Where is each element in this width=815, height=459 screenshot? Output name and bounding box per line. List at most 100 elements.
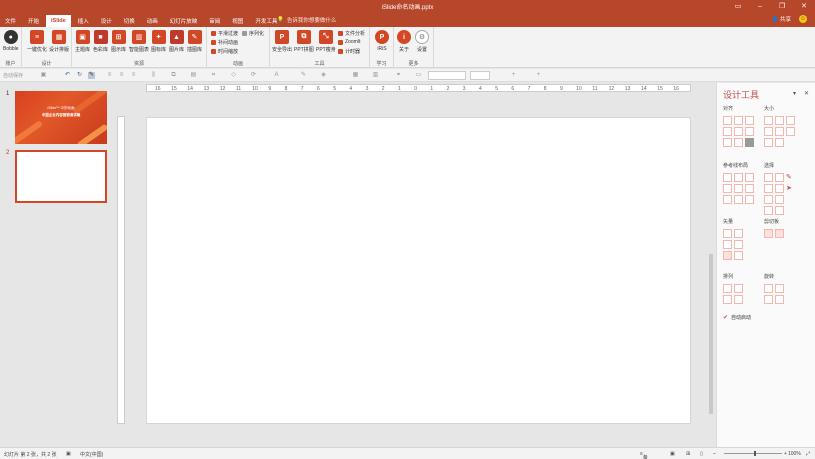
safe-export-button[interactable]: P 安全导出 [272,30,292,53]
font-name-input[interactable] [428,71,466,80]
restore-icon[interactable]: ❐ [771,0,793,12]
rotate-tool-2[interactable] [775,284,784,293]
tell-me-box[interactable]: 💡 告诉我你想要做什么 [277,16,336,24]
zoom-out-icon[interactable]: – [713,451,716,457]
select-tool-2[interactable] [775,173,784,182]
distribute-icon[interactable]: ⫼ [150,72,157,79]
user-button[interactable]: ● Bobble [3,30,19,52]
guide-tool-4[interactable] [723,184,732,193]
link-icon[interactable]: ⚭ [395,72,402,79]
zoom-in-icon[interactable]: + [784,451,787,457]
cursor-icon[interactable]: ➤ [786,184,795,193]
arrange-tool-4[interactable] [734,295,743,304]
select-tool-7[interactable] [764,195,773,204]
guide-tool-9[interactable] [745,195,754,204]
tab-review[interactable]: 审阅 [204,15,225,27]
guide-tool-7[interactable] [723,195,732,204]
select-tool-5[interactable] [775,184,784,193]
reading-view-icon[interactable]: ▯ [700,451,703,457]
scroll-thumb[interactable] [709,254,713,414]
icon-library-button[interactable]: ✦ 图标库 [151,30,166,53]
pencil-icon[interactable]: ✎ [786,173,795,182]
minimize-icon[interactable]: – [749,0,771,12]
serialize-button[interactable]: 序列化 [242,30,264,37]
share-button[interactable]: 👤 共享 [772,15,791,23]
smooth-transition-button[interactable]: 平滑过渡 [211,30,238,37]
table-icon[interactable]: ▥ [372,72,379,79]
file-analysis-button[interactable]: 文件分析 [338,30,365,37]
shape-icon[interactable]: ◇ [230,72,237,79]
iris-button[interactable]: PiRiS [375,30,389,52]
guide-tool-3[interactable] [745,173,754,182]
settings-button[interactable]: ⚙ 设置 [415,30,429,53]
select-tool-4[interactable] [764,184,773,193]
redo-icon[interactable]: ↻ [76,72,83,79]
tab-home[interactable]: 开始 [23,15,44,27]
font-color-icon[interactable]: A [273,72,280,79]
select-tool-10[interactable] [764,206,773,215]
align-left-icon[interactable]: ≡ [106,72,113,79]
select-tool-8[interactable] [775,195,784,204]
vector-tool-2[interactable] [734,229,743,238]
normal-view-icon[interactable]: ▣ [670,451,675,457]
arrange-tool-3[interactable] [723,295,732,304]
picture-library-button[interactable]: ▲ 图片库 [169,30,184,53]
tab-slideshow[interactable]: 幻灯片放映 [165,15,203,27]
tab-file[interactable]: 文件 [0,15,21,27]
group-icon[interactable]: ⧉ [170,72,177,79]
align-center-icon[interactable]: ≡ [118,72,125,79]
picture-tool-icon[interactable]: ▦ [352,72,359,79]
vector-tool-6[interactable] [734,251,743,260]
smart-chart-button[interactable]: ▥ 智能图表 [129,30,149,53]
size-tool-6[interactable] [786,127,795,136]
language-indicator[interactable]: 中文(中国) [80,451,103,458]
tab-islide[interactable]: iSlide [46,15,71,27]
slide-canvas[interactable] [146,117,691,424]
guide-tool-8[interactable] [734,195,743,204]
tab-view[interactable]: 视图 [227,15,248,27]
distribute-h-tool[interactable] [723,138,732,147]
align-bottom-tool[interactable] [745,127,754,136]
feedback-smiley-icon[interactable]: ☺ [799,15,807,23]
fill-icon[interactable]: ◈ [320,72,327,79]
tab-design[interactable]: 设计 [96,15,117,27]
zoom-slider[interactable] [724,453,782,454]
align-right-icon[interactable]: ≡ [130,72,137,79]
undo-icon[interactable]: ↶ [64,72,71,79]
slide-thumbnail-2[interactable] [15,150,107,203]
rotate-tool-4[interactable] [775,295,784,304]
slide-sorter-icon[interactable]: ⊞ [686,451,690,457]
size-tool-4[interactable] [764,127,773,136]
tween-animation-button[interactable]: 补间动画 [211,39,238,46]
ppt-collage-button[interactable]: ⧉ PPT拼图 [294,30,314,53]
zoom-slider-knob[interactable] [754,451,756,456]
slide-thumbnail-1[interactable]: iSlide™ 中的动画 中国企业内容营销演讲稿 [15,91,107,144]
align-middle-tool[interactable] [734,127,743,136]
align-center-tool[interactable] [734,116,743,125]
guide-tool-6[interactable] [745,184,754,193]
paste-tool[interactable] [775,229,784,238]
format-painter-icon[interactable]: ✎ [88,72,95,79]
vector-tool-5[interactable] [723,251,732,260]
illustration-library-button[interactable]: ✎ 插图库 [187,30,202,53]
diagram-library-button[interactable]: ⊞ 图示库 [111,30,126,53]
rotate-icon[interactable]: ⟳ [250,72,257,79]
vertical-scrollbar[interactable] [708,84,714,437]
one-click-optimize-button[interactable]: ≡ 一键优化 [27,30,47,53]
layout-button[interactable]: ▦ 设计排版 [49,30,69,53]
copy-tool[interactable] [764,229,773,238]
distribute-v-tool[interactable] [734,138,743,147]
tab-transitions[interactable]: 切换 [119,15,140,27]
same-height-tool[interactable] [775,116,784,125]
arrange-tool-2[interactable] [734,284,743,293]
guide-tool-1[interactable] [723,173,732,182]
auto-launch-checkbox[interactable]: ✔ 自动启动 [723,314,751,321]
crop-icon[interactable]: ⌗ [210,72,217,79]
ppt-slim-button[interactable]: ⤡ PPT瘦身 [316,30,336,53]
time-scale-button[interactable]: 时间缩放 [211,48,238,55]
arrange-tool-1[interactable] [723,284,732,293]
vector-tool-1[interactable] [723,229,732,238]
align-slide-tool[interactable] [745,138,754,147]
vector-tool-3[interactable] [723,240,732,249]
theme-library-button[interactable]: ▣ 主题库 [75,30,90,53]
